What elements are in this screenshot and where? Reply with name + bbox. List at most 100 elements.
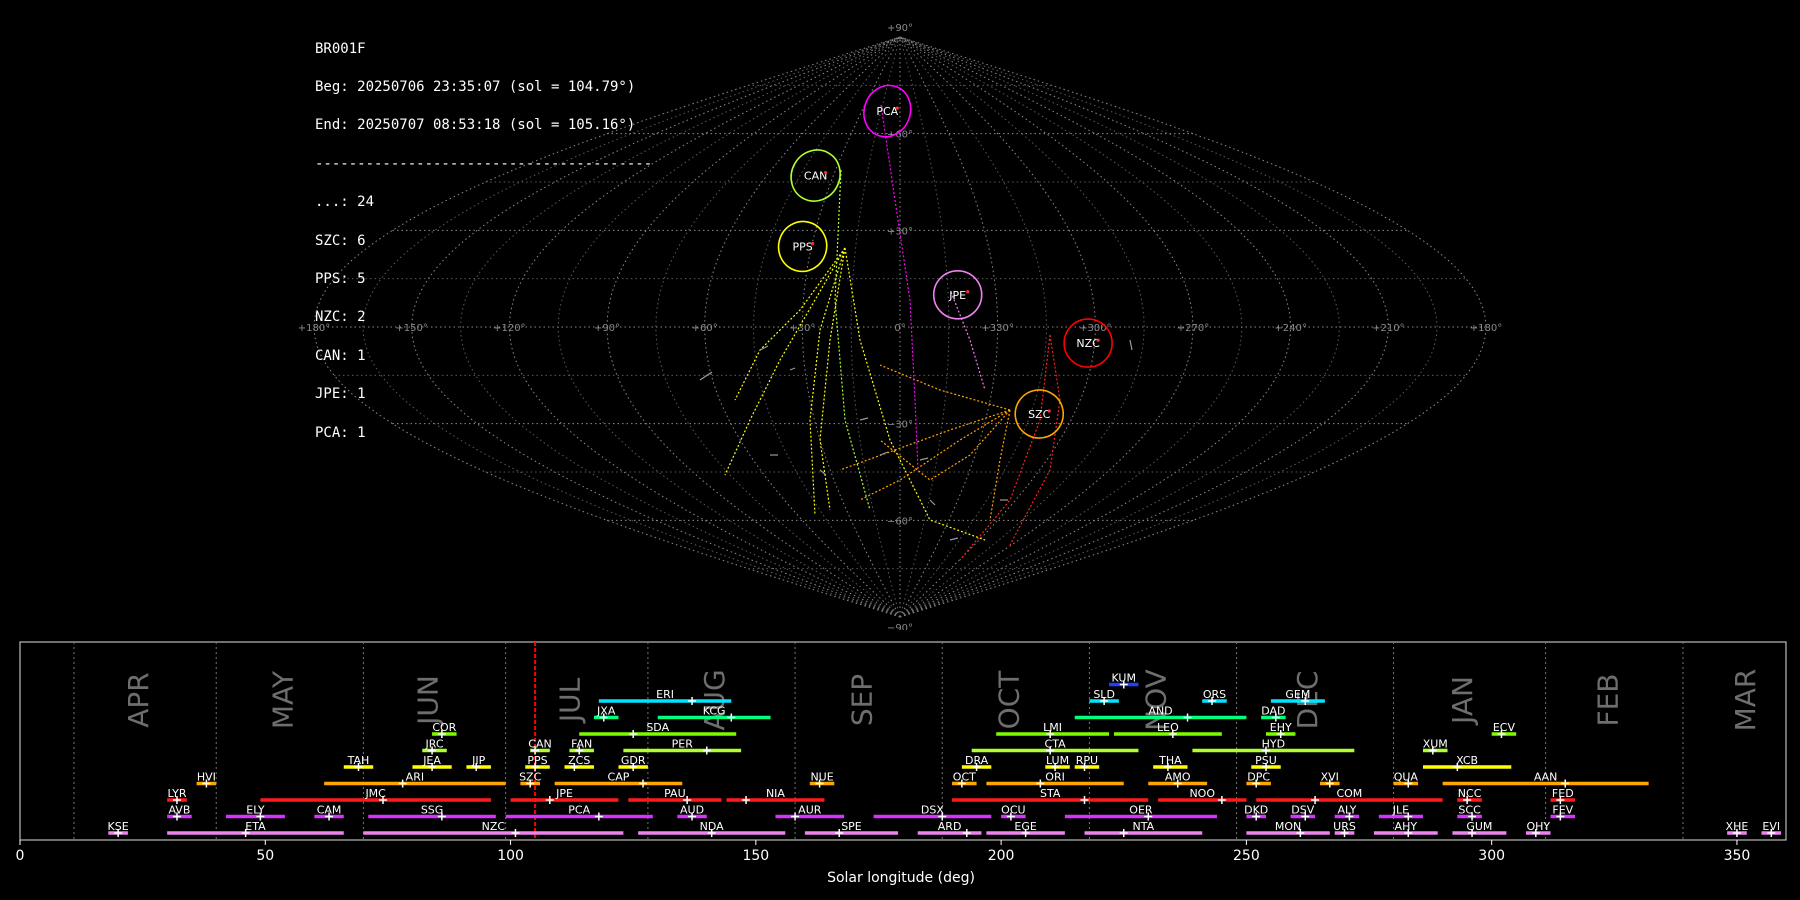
shower-label: OER [1129, 804, 1153, 817]
shower-label: DSX [921, 804, 944, 817]
lon-tick-label: +330° [981, 323, 1013, 334]
shower-ehy: EHY [1266, 721, 1296, 738]
shower-label: ARI [406, 771, 424, 784]
month-label-feb: FEB [1591, 673, 1624, 726]
lon-tick-label: +270° [1177, 323, 1209, 334]
shower-label: KUM [1112, 672, 1136, 685]
shower-label: LMI [1043, 721, 1062, 734]
shower-ors: ORS [1202, 688, 1227, 705]
radiant-label-nzc: NZC [1076, 337, 1100, 350]
shower-label: PPS [527, 754, 547, 767]
shower-label: NUE [810, 771, 833, 784]
month-label-jun: JUN [411, 675, 444, 727]
shower-label: OCT [953, 771, 976, 784]
shower-label: KSE [108, 820, 129, 833]
shower-label: PSU [1255, 754, 1277, 767]
shower-xum: XUM [1423, 738, 1448, 755]
radiant-label-szc: SZC [1028, 408, 1051, 421]
radiant-label-pca: PCA [876, 105, 898, 118]
shower-label: ECV [1493, 721, 1516, 734]
x-tick-label: 300 [1478, 848, 1505, 864]
shower-dkd: DKD [1244, 804, 1268, 821]
x-tick-label: 200 [988, 848, 1015, 864]
shower-label: JPE [555, 787, 573, 800]
lon-tick-label: +90° [594, 323, 620, 334]
shower-label: ETA [245, 820, 266, 833]
shower-pps: PPS [525, 754, 550, 771]
shower-label: HYD [1262, 738, 1285, 751]
shower-avb: AVB [167, 804, 192, 821]
shower-label: CAM [317, 804, 342, 817]
shower-label: NZC [482, 820, 506, 833]
shower-label: ORS [1203, 688, 1226, 701]
shower-label: ALY [1337, 804, 1356, 817]
shower-label: NTA [1133, 820, 1155, 833]
sporadic-trail [1129, 339, 1133, 351]
shower-label: EGE [1014, 820, 1036, 833]
shower-label: JLE [1392, 804, 1409, 817]
shower-label: NIA [766, 787, 785, 800]
shower-label: ARD [938, 820, 962, 833]
month-label-jul: JUL [554, 677, 587, 724]
shower-label: COM [1336, 787, 1362, 800]
shower-label: AUD [680, 804, 704, 817]
shower-cor: COR [432, 721, 457, 738]
shower-fan: FAN [569, 738, 594, 755]
shower-label: SLD [1093, 688, 1115, 701]
shower-label: XCB [1456, 754, 1478, 767]
x-tick-label: 350 [1724, 848, 1751, 864]
x-tick-label: 250 [1233, 848, 1260, 864]
shower-label: STA [1040, 787, 1061, 800]
shower-label: FED [1552, 787, 1574, 800]
meteor-trail [834, 169, 871, 511]
shower-dad: DAD [1261, 705, 1286, 722]
shower-label: OHY [1526, 820, 1550, 833]
shower-label: MON [1275, 820, 1301, 833]
shower-label: THA [1158, 754, 1182, 767]
lat-tick-label: −90° [887, 623, 913, 630]
sporadic-trail [759, 345, 769, 351]
shower-aly: ALY [1334, 804, 1360, 821]
shower-label: SPE [841, 820, 862, 833]
shower-xvi: XVI [1319, 771, 1340, 788]
radiant-label-jpe: JPE [948, 289, 966, 302]
shower-label: NCC [1458, 787, 1482, 800]
shower-dpc: DPC [1246, 771, 1271, 788]
shower-label: RPU [1076, 754, 1098, 767]
shower-label: GUM [1466, 820, 1492, 833]
shower-psu: PSU [1251, 754, 1281, 771]
shower-label: JIP [471, 754, 485, 767]
lon-tick-label: 0° [894, 323, 905, 334]
shower-label: FEV [1552, 804, 1573, 817]
shower-fev: FEV [1550, 804, 1576, 821]
shower-label: SDA [646, 721, 669, 734]
shower-rpu: RPU [1074, 754, 1100, 771]
meridian-line [899, 36, 1389, 618]
shower-kum: KUM [1109, 672, 1139, 689]
shower-evi: EVI [1761, 820, 1782, 837]
sporadic-trail [859, 417, 869, 421]
shower-label: PAU [664, 787, 686, 800]
shower-oct: OCT [952, 771, 977, 788]
shower-label: SCC [1458, 804, 1481, 817]
meridian-line [411, 36, 901, 618]
shower-label: KCG [703, 705, 726, 718]
shower-label: JRC [425, 738, 444, 751]
shower-lum: LUM [1045, 754, 1070, 771]
shower-urs: URS [1333, 820, 1356, 837]
sky-ticks: +90° +60° +30° −30° −60° −90° +180° +150° +120° +… [298, 23, 1502, 630]
shower-label: TAH [347, 754, 370, 767]
shower-label: OCU [1001, 804, 1025, 817]
x-axis: 0 50 100 150 200 250 300 350 Solar longitude (de… [16, 840, 1751, 886]
meridian-line [606, 36, 901, 618]
shower-fed: FED [1550, 787, 1576, 804]
shower-cam: CAM [314, 804, 344, 821]
shower-gdr: GDR [618, 754, 648, 771]
x-tick-label: 150 [742, 848, 769, 864]
shower-label: SSG [421, 804, 444, 817]
radiant-point [895, 106, 899, 110]
shower-label: NDA [700, 820, 725, 833]
x-tick-label: 100 [497, 848, 524, 864]
lon-tick-label: +120° [493, 323, 525, 334]
shower-label: ELY [246, 804, 265, 817]
